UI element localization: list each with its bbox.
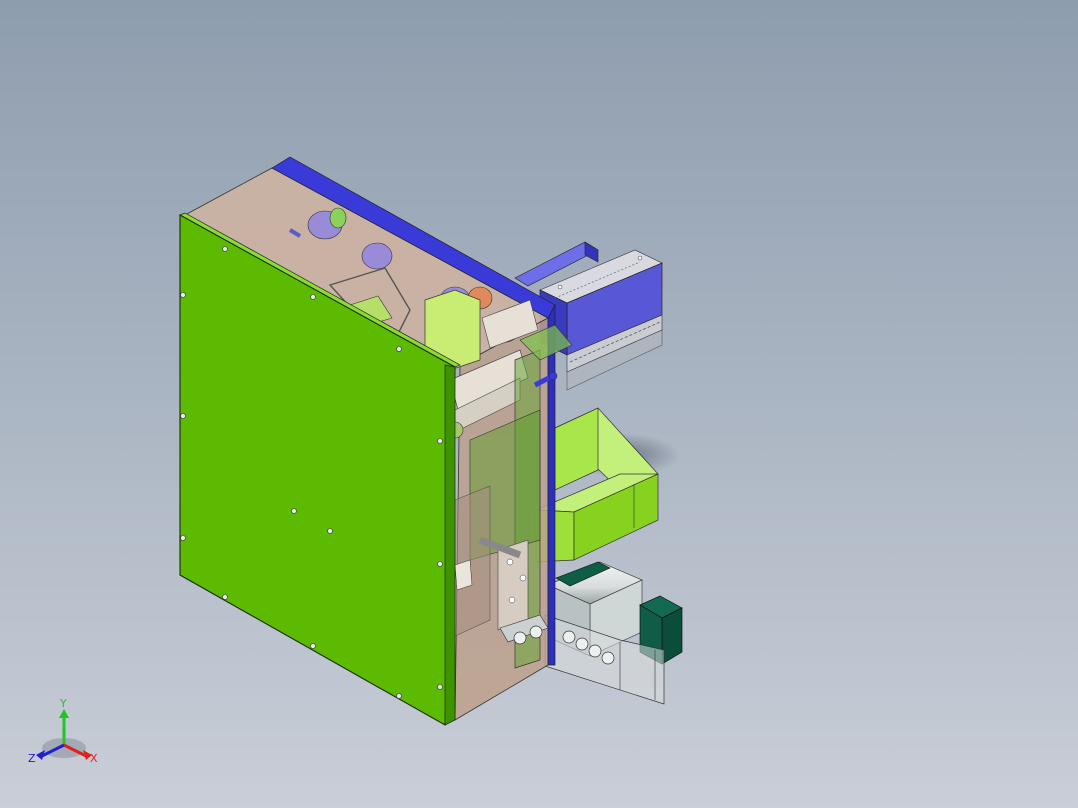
pneumatic-cylinder[interactable]	[544, 561, 683, 705]
cad-viewport[interactable]: Y X Z	[0, 0, 1078, 808]
z-axis-label: Z	[28, 752, 36, 765]
x-axis-label: X	[90, 752, 98, 765]
y-axis-label: Y	[59, 697, 67, 710]
assembly-3d-view[interactable]: Y X Z	[0, 0, 1078, 808]
coordinate-triad: Y X Z	[28, 697, 98, 765]
y-arrow-icon	[59, 709, 69, 718]
